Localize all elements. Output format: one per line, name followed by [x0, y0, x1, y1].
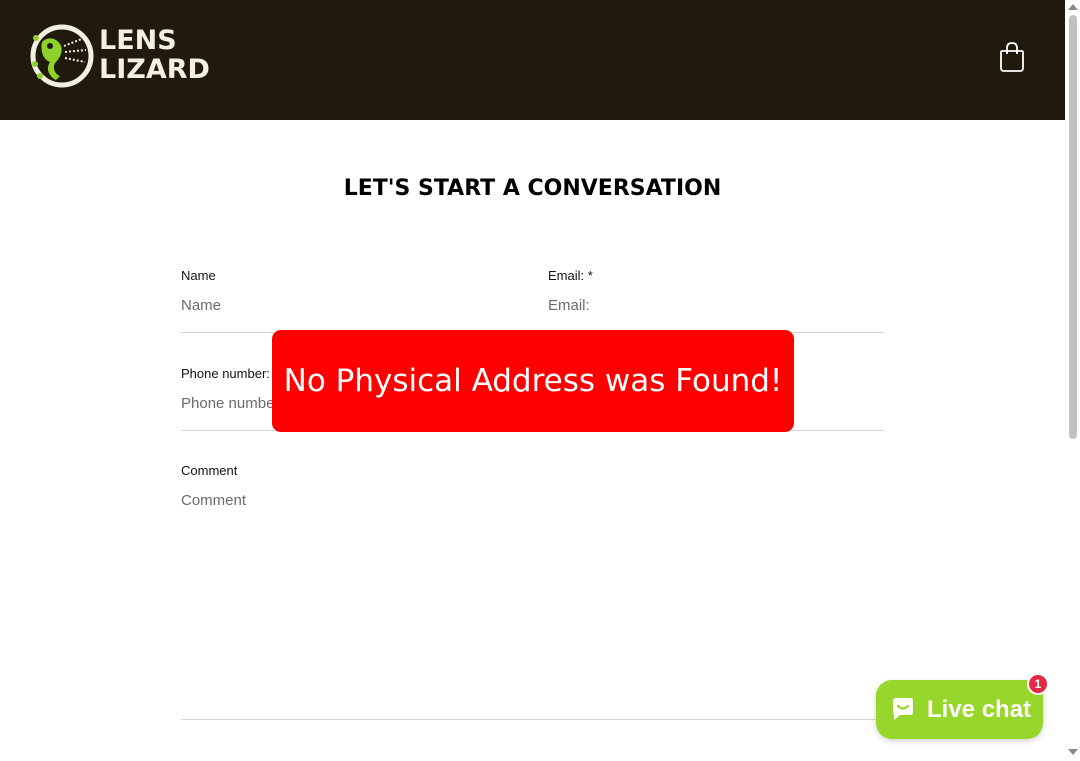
scrollbar-thumb[interactable] [1069, 15, 1077, 439]
name-input[interactable] [181, 297, 517, 333]
comment-field: Comment [181, 463, 884, 720]
page-viewport: LENS LIZARD Let's start a conversation N… [0, 0, 1065, 761]
scroll-down-arrow-icon[interactable] [1068, 749, 1078, 755]
lizard-camera-logo-icon [30, 24, 94, 88]
shopping-bag-icon [1000, 42, 1024, 72]
store-logo[interactable]: LENS LIZARD [30, 24, 210, 88]
site-header: LENS LIZARD [0, 0, 1065, 120]
error-alert: No Physical Address was Found! [272, 330, 794, 432]
comment-textarea[interactable] [181, 492, 884, 720]
live-chat-button[interactable]: Live chat [876, 680, 1043, 739]
logo-line-lizard: LIZARD [99, 54, 210, 85]
live-chat-label: Live chat [927, 695, 1032, 723]
chat-bubble-icon [893, 697, 913, 720]
page-scrollbar[interactable] [1065, 0, 1080, 761]
cart-button[interactable] [996, 40, 1028, 74]
name-label: Name [181, 268, 216, 283]
scroll-up-arrow-icon[interactable] [1068, 4, 1078, 10]
email-input[interactable] [548, 297, 884, 333]
comment-label: Comment [181, 463, 238, 478]
email-field: Email: * [548, 268, 884, 333]
email-label: Email: * [548, 268, 593, 283]
alert-message: No Physical Address was Found! [283, 363, 783, 399]
name-field: Name [181, 268, 517, 333]
logo-line-lens: LENS [99, 25, 177, 56]
page-title: Let's start a conversation [343, 176, 722, 201]
logo-wordmark: LENS LIZARD [99, 26, 210, 84]
chat-notification-badge: 1 [1027, 673, 1049, 695]
